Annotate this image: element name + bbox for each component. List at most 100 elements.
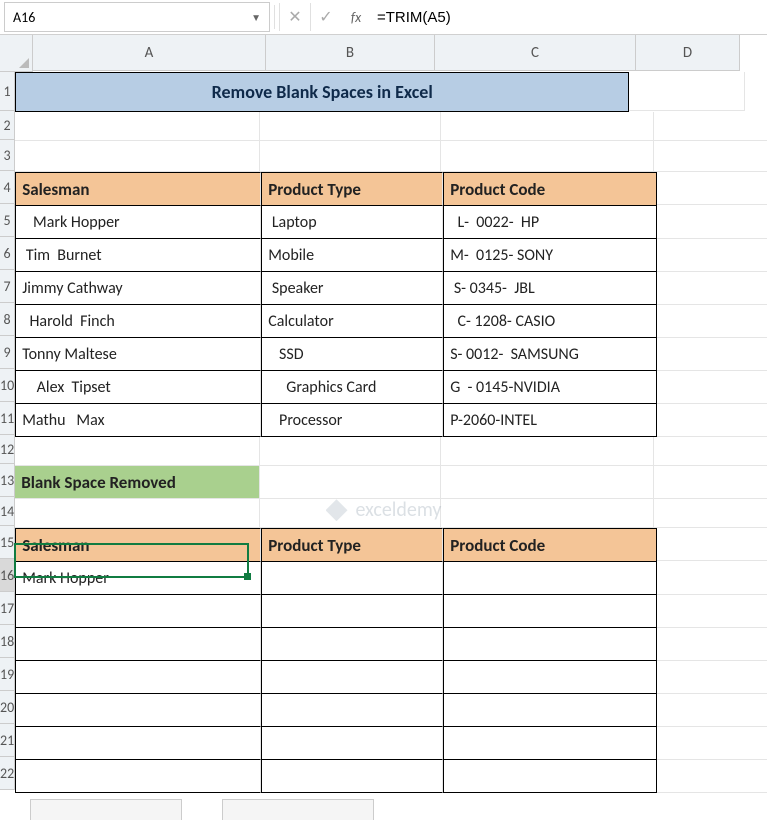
- cell-D19[interactable]: [657, 661, 767, 694]
- cell-A18[interactable]: [15, 628, 261, 661]
- enter-icon[interactable]: ✓: [310, 3, 341, 31]
- cell-A9[interactable]: Tonny Maltese: [15, 338, 261, 371]
- cell-B19[interactable]: [261, 661, 443, 694]
- cell-B16[interactable]: [261, 562, 443, 595]
- cell-B8[interactable]: Calculator: [261, 305, 443, 338]
- cell-D18[interactable]: [657, 628, 767, 661]
- cell-C17[interactable]: [443, 595, 657, 628]
- cell-D10[interactable]: [657, 371, 767, 404]
- cell-B7[interactable]: Speaker: [261, 272, 443, 305]
- sheet-tab[interactable]: [222, 799, 374, 820]
- row-header-8[interactable]: 8: [0, 303, 15, 336]
- row-header-1[interactable]: 1: [0, 72, 15, 111]
- row-header-7[interactable]: 7: [0, 270, 15, 303]
- cell-C20[interactable]: [443, 694, 657, 727]
- cell-B9[interactable]: SSD: [261, 338, 443, 371]
- cell-A16[interactable]: Mark Hopper: [15, 562, 261, 595]
- cell-A20[interactable]: [15, 694, 261, 727]
- col-header-B[interactable]: B: [266, 35, 435, 71]
- cell-A11[interactable]: Mathu Max: [15, 404, 261, 437]
- cell-C3[interactable]: [441, 141, 654, 172]
- cell-B5[interactable]: Laptop: [261, 206, 443, 239]
- name-box-dropdown-icon[interactable]: ▼: [251, 11, 261, 24]
- cell-A3[interactable]: [15, 141, 260, 172]
- cell-D13[interactable]: [654, 466, 767, 499]
- cell-B10[interactable]: Graphics Card: [261, 371, 443, 404]
- cell-C10[interactable]: G - 0145-NVIDIA: [443, 371, 657, 404]
- col-header-C[interactable]: C: [435, 35, 636, 71]
- row-header-13[interactable]: 13: [0, 464, 15, 497]
- cell-C12[interactable]: [441, 437, 654, 466]
- col-header-A[interactable]: A: [33, 35, 266, 71]
- cell-D1[interactable]: [629, 72, 745, 111]
- row-header-21[interactable]: 21: [0, 724, 15, 757]
- row-header-19[interactable]: 19: [0, 658, 15, 691]
- cell-D14[interactable]: [654, 499, 767, 528]
- cell-D5[interactable]: [657, 206, 767, 239]
- row-header-20[interactable]: 20: [0, 691, 15, 724]
- row-header-14[interactable]: 14: [0, 497, 15, 526]
- cell-A7[interactable]: Jimmy Cathway: [15, 272, 261, 305]
- row-header-16[interactable]: 16: [0, 559, 15, 592]
- row-header-18[interactable]: 18: [0, 625, 15, 658]
- cell-A2[interactable]: [15, 112, 260, 141]
- fx-icon[interactable]: fx: [341, 9, 371, 26]
- row-header-22[interactable]: 22: [0, 757, 15, 790]
- cell-D12[interactable]: [654, 437, 767, 466]
- cell-D16[interactable]: [657, 562, 767, 595]
- cell-C6[interactable]: M- 0125- SONY: [443, 239, 657, 272]
- cell-A17[interactable]: [15, 595, 261, 628]
- cell-D4[interactable]: [657, 172, 767, 205]
- cell-D21[interactable]: [657, 727, 767, 760]
- cell-A22[interactable]: [15, 760, 261, 793]
- row-header-11[interactable]: 11: [0, 402, 15, 435]
- cell-D3[interactable]: [654, 141, 767, 172]
- cell-A19[interactable]: [15, 661, 261, 694]
- name-box[interactable]: A16 ▼: [4, 2, 270, 32]
- cell-D17[interactable]: [657, 595, 767, 628]
- cell-D11[interactable]: [657, 404, 767, 437]
- cell-D7[interactable]: [657, 272, 767, 305]
- cell-B11[interactable]: Processor: [261, 404, 443, 437]
- cell-B2[interactable]: [260, 112, 441, 141]
- cell-B13[interactable]: [260, 466, 441, 499]
- row-header-9[interactable]: 9: [0, 336, 15, 369]
- cell-A6[interactable]: Tim Burnet: [15, 239, 261, 272]
- cell-B3[interactable]: [260, 141, 441, 172]
- cell-D20[interactable]: [657, 694, 767, 727]
- row-header-12[interactable]: 12: [0, 435, 15, 464]
- cell-C16[interactable]: [443, 562, 657, 595]
- cancel-icon[interactable]: ✕: [279, 3, 310, 31]
- row-header-10[interactable]: 10: [0, 369, 15, 402]
- cell-B12[interactable]: [260, 437, 441, 466]
- cell-D2[interactable]: [654, 112, 767, 141]
- cell-C9[interactable]: S- 0012- SAMSUNG: [443, 338, 657, 371]
- cell-B14[interactable]: [260, 499, 441, 528]
- cell-C13[interactable]: [441, 466, 654, 499]
- cell-A5[interactable]: Mark Hopper: [15, 206, 261, 239]
- cell-B17[interactable]: [261, 595, 443, 628]
- cell-C5[interactable]: L- 0022- HP: [443, 206, 657, 239]
- cell-C2[interactable]: [441, 112, 654, 141]
- cell-D22[interactable]: [657, 760, 767, 793]
- cell-D15[interactable]: [657, 528, 767, 561]
- row-header-17[interactable]: 17: [0, 592, 15, 625]
- cell-B6[interactable]: Mobile: [261, 239, 443, 272]
- cell-B20[interactable]: [261, 694, 443, 727]
- col-header-D[interactable]: D: [636, 35, 740, 71]
- cell-B22[interactable]: [261, 760, 443, 793]
- select-all-corner[interactable]: [0, 35, 33, 72]
- cell-A10[interactable]: Alex Tipset: [15, 371, 261, 404]
- cell-A14[interactable]: [15, 499, 260, 528]
- cell-A8[interactable]: Harold Finch: [15, 305, 261, 338]
- cell-C8[interactable]: C- 1208- CASIO: [443, 305, 657, 338]
- cell-D8[interactable]: [657, 305, 767, 338]
- cell-D9[interactable]: [657, 338, 767, 371]
- formula-input[interactable]: [371, 3, 767, 31]
- cell-C19[interactable]: [443, 661, 657, 694]
- cell-C18[interactable]: [443, 628, 657, 661]
- cell-C21[interactable]: [443, 727, 657, 760]
- cell-B21[interactable]: [261, 727, 443, 760]
- cell-A21[interactable]: [15, 727, 261, 760]
- cell-A12[interactable]: [15, 437, 260, 466]
